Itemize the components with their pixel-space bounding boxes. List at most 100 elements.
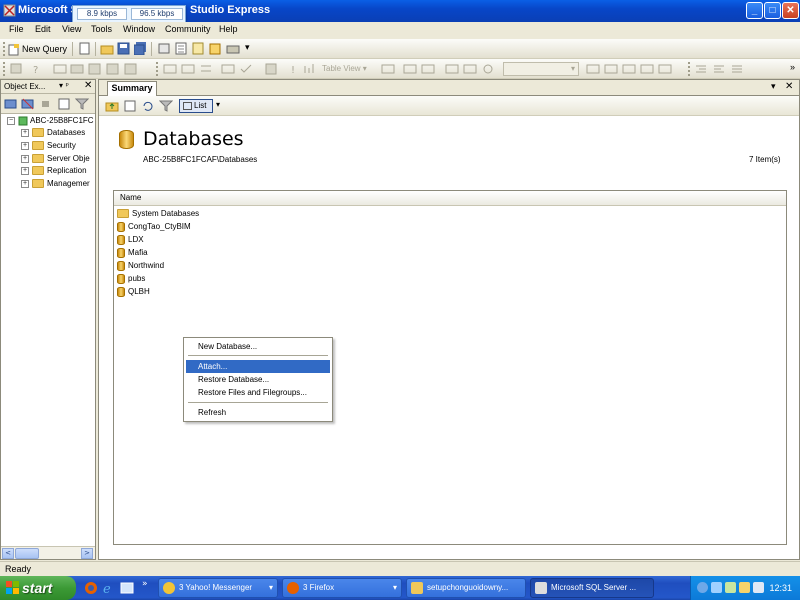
properties-icon[interactable] <box>208 42 222 55</box>
volume-icon[interactable] <box>725 582 736 593</box>
tab-close-icon[interactable]: ✕ <box>785 81 793 92</box>
stop-icon[interactable] <box>39 97 53 110</box>
verify-sql-icon[interactable] <box>239 62 253 75</box>
tray-arrow-icon[interactable] <box>697 582 708 593</box>
yahoo-tray-icon[interactable] <box>739 582 750 593</box>
tree-server-node[interactable]: − ABC-25B8FC1FC <box>7 116 94 128</box>
sql-pane-icon[interactable] <box>421 62 435 75</box>
task-firefox[interactable]: 3 Firefox ▾ <box>282 578 402 598</box>
list-item[interactable]: Mafia <box>117 248 148 261</box>
clock[interactable]: 12:31 <box>769 576 792 600</box>
task-setup-folder[interactable]: setupchonguoidowny... <box>406 578 526 598</box>
add-table-icon[interactable] <box>163 62 177 75</box>
maximize-button[interactable]: □ <box>764 2 781 19</box>
disconnect-icon[interactable] <box>21 97 35 110</box>
minimize-button[interactable]: _ <box>746 2 763 19</box>
internet-explorer-icon[interactable]: e <box>102 581 116 595</box>
expand-icon[interactable]: + <box>21 141 29 150</box>
list-item[interactable]: System Databases <box>117 209 199 222</box>
object-explorer-icon[interactable] <box>174 42 188 55</box>
menu-item-refresh[interactable]: Refresh <box>186 406 330 419</box>
estimated-plan-icon[interactable] <box>640 62 654 75</box>
specify-values-icon[interactable] <box>70 62 84 75</box>
table-view-dropdown[interactable]: Table View ▾ <box>322 62 367 76</box>
tab-summary[interactable]: Summary <box>107 81 157 96</box>
scroll-thumb[interactable] <box>15 548 39 559</box>
refresh-icon[interactable] <box>141 99 155 112</box>
new-file-icon[interactable] <box>78 42 92 55</box>
menu-item-new-database[interactable]: New Database... <box>186 340 330 353</box>
list-item[interactable]: Northwind <box>117 261 164 274</box>
menu-tools[interactable]: Tools <box>91 24 112 34</box>
show-desktop-icon[interactable] <box>120 581 134 595</box>
add-related-icon[interactable] <box>181 62 195 75</box>
query-options-icon[interactable] <box>658 62 672 75</box>
expand-icon[interactable]: + <box>21 179 29 188</box>
change-type-icon[interactable] <box>221 62 235 75</box>
results-to-file-icon[interactable] <box>124 62 138 75</box>
tab-list-dropdown-icon[interactable]: ▾ <box>771 82 776 92</box>
connect-icon[interactable] <box>9 62 23 75</box>
quicklaunch-more-icon[interactable]: » <box>142 579 148 589</box>
menu-item-restore-database[interactable]: Restore Database... <box>186 373 330 386</box>
tree-item-replication[interactable]: + Replication <box>21 166 87 178</box>
expand-icon[interactable]: + <box>21 154 29 163</box>
scroll-right-button[interactable]: > <box>81 548 93 559</box>
tree-item-server-objects[interactable]: + Server Obje <box>21 154 90 166</box>
tree-item-management[interactable]: + Managemer <box>21 179 90 191</box>
comment-icon[interactable] <box>730 62 744 75</box>
design-query-icon[interactable] <box>53 62 67 75</box>
toolbar-overflow-icon[interactable]: » <box>790 62 795 72</box>
sort-icon[interactable] <box>302 62 316 75</box>
filter-icon[interactable] <box>159 99 173 112</box>
cancel-query-icon[interactable] <box>622 62 636 75</box>
execute-sql-icon[interactable] <box>586 62 600 75</box>
outdent-icon[interactable] <box>712 62 726 75</box>
template-explorer-icon[interactable] <box>191 42 205 55</box>
task-yahoo-messenger[interactable]: 3 Yahoo! Messenger ▾ <box>158 578 278 598</box>
registered-servers-icon[interactable] <box>157 42 171 55</box>
column-header-name[interactable]: Name <box>114 191 786 206</box>
list-item[interactable]: QLBH <box>117 287 150 300</box>
tree-item-security[interactable]: + Security <box>21 141 76 153</box>
save-all-icon[interactable] <box>134 42 148 55</box>
toolbar-grip[interactable] <box>3 42 6 56</box>
refresh-icon[interactable] <box>57 97 71 110</box>
menu-view[interactable]: View <box>62 24 81 34</box>
toolbar-overflow-icon[interactable]: ▾ <box>245 43 250 53</box>
diagram-pane-icon[interactable] <box>463 62 477 75</box>
list-item[interactable]: LDX <box>117 235 144 248</box>
execute-icon[interactable] <box>264 62 278 75</box>
close-window-button[interactable]: ✕ <box>782 2 799 19</box>
results-pane-icon[interactable] <box>445 62 459 75</box>
menu-window[interactable]: Window <box>123 24 155 34</box>
view-dropdown-icon[interactable]: ▾ <box>216 100 220 109</box>
results-to-grid-icon[interactable] <box>106 62 120 75</box>
pane-pin-icon[interactable]: ▾ ᵖ <box>59 81 69 90</box>
connect-icon[interactable] <box>4 97 18 110</box>
task-sql-server[interactable]: Microsoft SQL Server ... <box>530 578 654 598</box>
database-selector[interactable]: ▾ <box>503 62 579 76</box>
tree-item-databases[interactable]: + Databases <box>21 128 85 140</box>
up-folder-icon[interactable] <box>105 99 119 112</box>
save-icon[interactable] <box>117 42 131 55</box>
list-item[interactable]: pubs <box>117 274 145 287</box>
criteria-pane-icon[interactable] <box>403 62 417 75</box>
horizontal-scrollbar[interactable]: < > <box>1 546 95 559</box>
indent-icon[interactable] <box>694 62 708 75</box>
menu-file[interactable]: File <box>9 24 24 34</box>
scroll-left-button[interactable]: < <box>2 548 14 559</box>
monitor-tray-icon[interactable] <box>753 582 764 593</box>
expand-icon[interactable]: + <box>21 166 29 175</box>
parse-icon[interactable] <box>604 62 618 75</box>
toolbar-grip[interactable] <box>3 62 6 76</box>
refresh-view-icon[interactable] <box>481 62 495 75</box>
menu-community[interactable]: Community <box>165 24 211 34</box>
filter-icon[interactable] <box>75 97 89 110</box>
group-by-icon[interactable] <box>381 62 395 75</box>
toolbar-grip[interactable] <box>688 62 691 76</box>
toolbox-icon[interactable] <box>226 42 240 55</box>
toolbar-grip[interactable] <box>156 62 159 76</box>
menu-edit[interactable]: Edit <box>35 24 51 34</box>
pane-close-icon[interactable]: ✕ <box>84 80 92 91</box>
